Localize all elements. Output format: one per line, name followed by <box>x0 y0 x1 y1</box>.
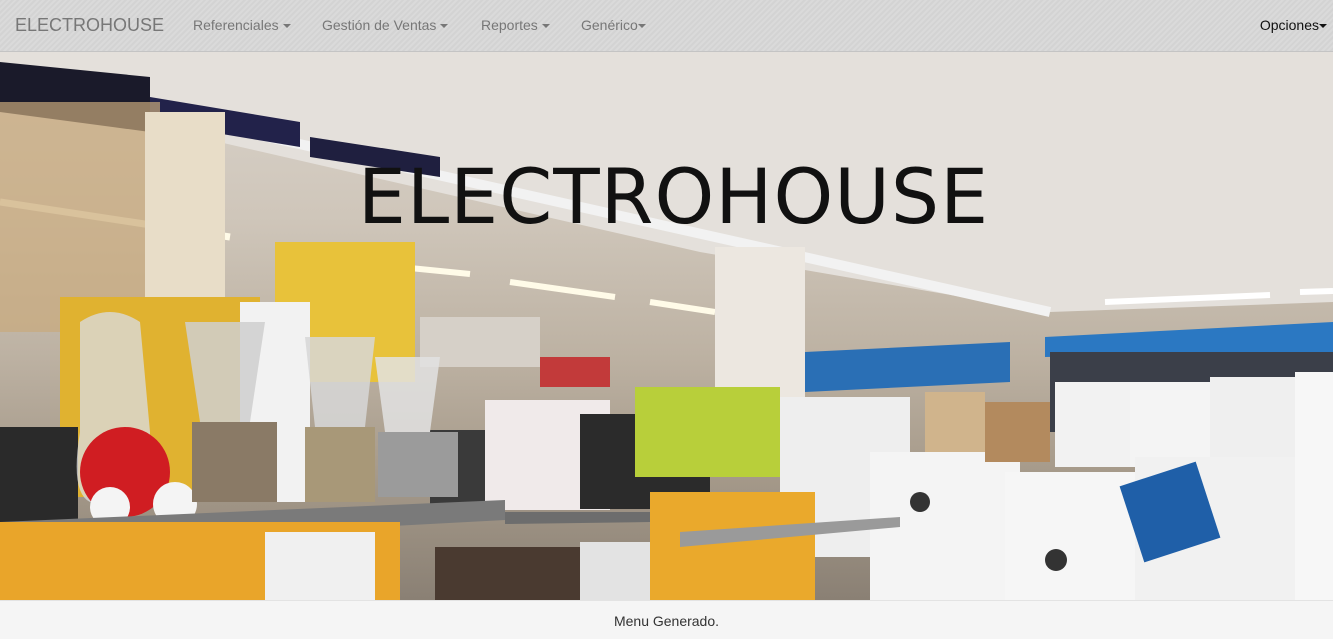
footer-text: Menu Generado. <box>613 613 720 629</box>
caret-down-icon <box>440 24 449 29</box>
caret-down-icon <box>282 24 291 29</box>
footer: Menu Generado. <box>0 600 1333 639</box>
menu-label: Reportes <box>481 17 538 33</box>
hero-title: ELECTROHOUSE <box>357 152 990 241</box>
menu-opciones[interactable]: Opciones <box>1260 17 1327 33</box>
menu-label: Genérico <box>581 17 638 33</box>
menu-gestion-ventas[interactable]: Gestión de Ventas <box>322 17 449 33</box>
menu-label: Gestión de Ventas <box>322 17 437 33</box>
caret-down-icon <box>1319 24 1327 29</box>
caret-down-icon <box>541 24 550 29</box>
menu-generico[interactable]: Genérico <box>581 17 646 33</box>
menu-label: Referenciales <box>193 17 279 33</box>
hero-banner: ELECTROHOUSE <box>0 52 1333 600</box>
menu-label: Opciones <box>1259 17 1319 33</box>
brand-link[interactable]: ELECTROHOUSE <box>15 15 164 36</box>
top-navbar: ELECTROHOUSE Referenciales Gestión de Ve… <box>0 0 1333 52</box>
menu-reportes[interactable]: Reportes <box>481 17 550 33</box>
caret-down-icon <box>637 24 646 29</box>
store-photo-background <box>0 52 1333 600</box>
menu-referenciales[interactable]: Referenciales <box>193 17 291 33</box>
